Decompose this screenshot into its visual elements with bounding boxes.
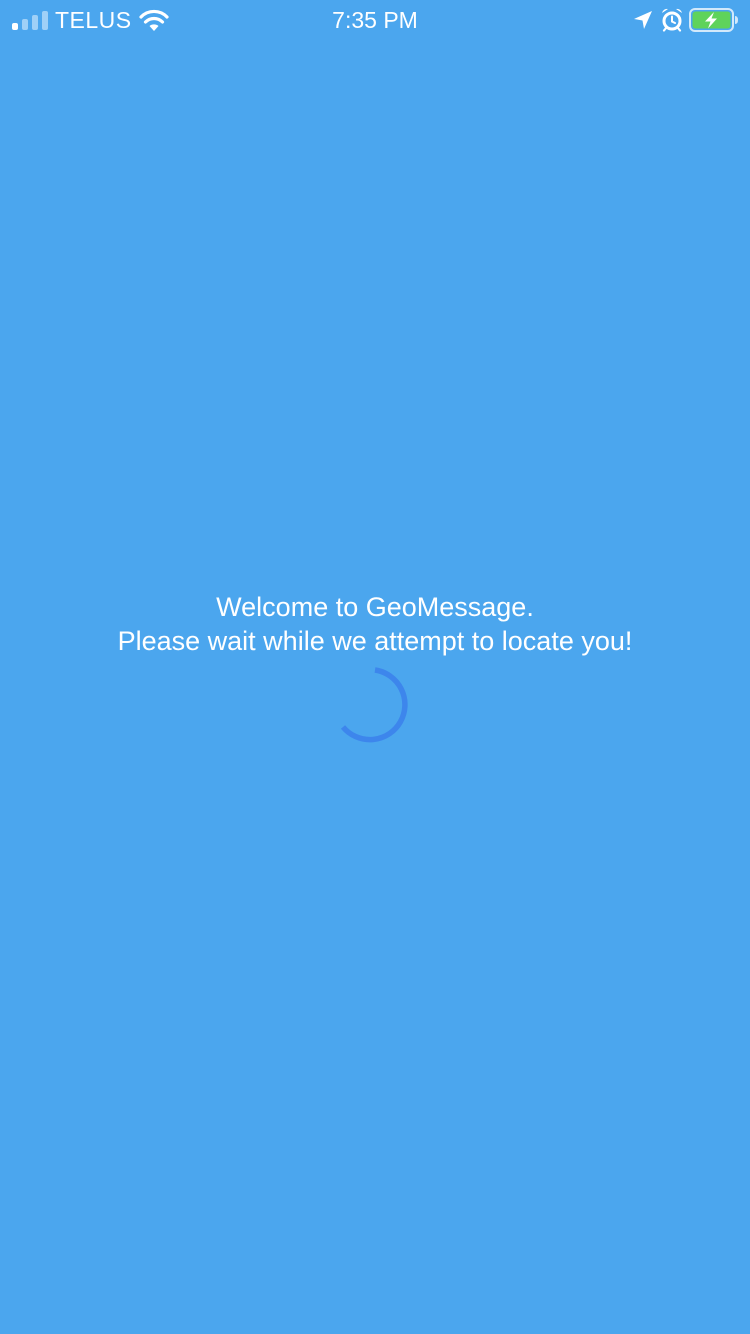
- status-bar: TELUS 7:35 PM: [0, 0, 750, 40]
- location-arrow-icon: [634, 11, 652, 29]
- loading-spinner-icon: [340, 667, 408, 743]
- loading-message: Welcome to GeoMessage. Please wait while…: [0, 590, 750, 658]
- wait-text: Please wait while we attempt to locate y…: [117, 626, 633, 656]
- welcome-text: Welcome to GeoMessage.: [216, 592, 534, 622]
- battery-charging-icon: [689, 8, 738, 32]
- alarm-clock-icon: [662, 8, 682, 32]
